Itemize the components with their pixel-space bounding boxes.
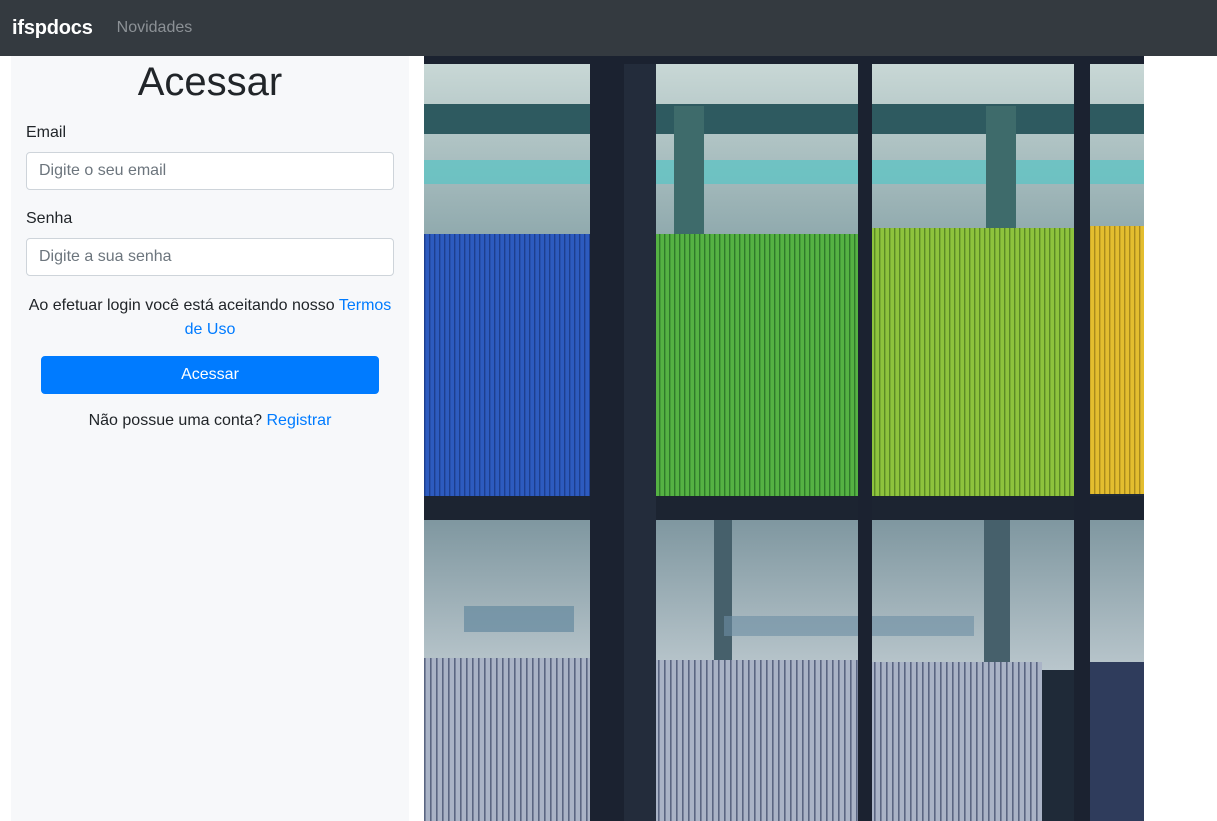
register-prompt: Não possue uma conta? Registrar <box>11 412 409 430</box>
hero-image <box>424 56 1144 821</box>
nav-link-novidades[interactable]: Novidades <box>117 19 193 37</box>
password-field[interactable] <box>26 238 394 276</box>
password-label: Senha <box>26 210 73 227</box>
login-panel: Acessar Email Senha Ao efetuar login voc… <box>11 56 409 821</box>
terms-notice: Ao efetuar login você está aceitando nos… <box>26 294 394 342</box>
page-title: Acessar <box>137 60 283 104</box>
login-submit-button[interactable]: Acessar <box>41 356 379 394</box>
top-navbar: ifspdocs Novidades <box>0 0 1217 56</box>
email-label: Email <box>26 124 67 141</box>
brand-logo[interactable]: ifspdocs <box>12 17 93 40</box>
register-link[interactable]: Registrar <box>266 412 331 429</box>
shelves-photo <box>424 56 1144 821</box>
terms-text: Ao efetuar login você está aceitando nos… <box>28 297 339 314</box>
email-field[interactable] <box>26 152 394 190</box>
register-text: Não possue uma conta? <box>88 412 267 429</box>
